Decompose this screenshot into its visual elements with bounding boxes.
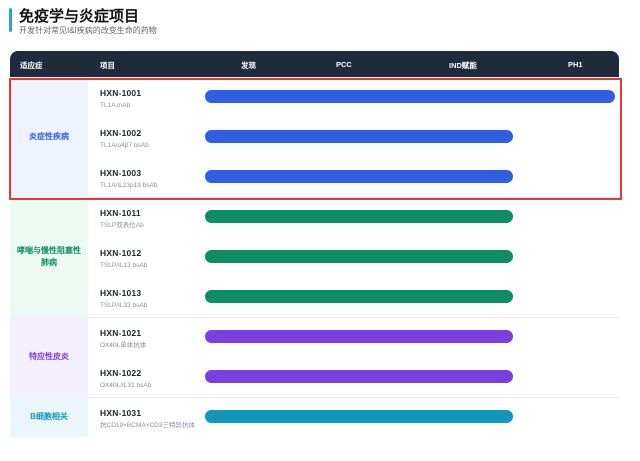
project-code: HXN-1022 — [100, 368, 142, 378]
progress-bar — [205, 170, 513, 183]
project-code: HXN-1031 — [100, 408, 142, 418]
page-subtitle: 开发针对常见I&I疾病的改变生命的药物 — [19, 26, 157, 35]
project-code: HXN-1001 — [100, 88, 142, 98]
project-target: 抗CD19×BCMA×CD3三特异抗体 — [100, 422, 195, 429]
pipeline-table: 适应症 项目 发现 PCC IND赋能 PH1 炎症性疾病 HXN-1001 TL1… — [10, 51, 619, 461]
page-title: 免疫学与炎症项目 — [19, 8, 140, 25]
project-cell: HXN-1011 TSLP双表位Ab — [100, 208, 205, 230]
project-code: HXN-1013 — [100, 288, 142, 298]
project-code: HXN-1003 — [100, 168, 142, 178]
title-accent-bar — [9, 8, 12, 32]
project-target: OX40L/IL31 bsAb — [100, 382, 152, 389]
indication-group-label: 特应性皮炎 — [10, 317, 88, 397]
column-header-indication: 适应症 — [20, 61, 43, 70]
project-target: TL1A/IL23p19 bsAb — [100, 182, 158, 189]
progress-bar — [205, 130, 513, 143]
progress-bar — [205, 370, 513, 383]
group-divider — [10, 397, 619, 398]
column-header-discovery: 发现 — [241, 61, 256, 70]
column-header-project: 项目 — [100, 61, 115, 70]
project-code: HXN-1011 — [100, 208, 141, 218]
group-divider — [10, 317, 619, 318]
group-divider — [10, 197, 619, 198]
progress-bar — [205, 250, 513, 263]
project-code: HXN-1002 — [100, 128, 142, 138]
indication-group-label: 哮喘与慢性阻塞性肺病 — [10, 197, 88, 317]
progress-bar — [205, 210, 513, 223]
project-target: TL1A mAb — [100, 102, 131, 109]
table-header: 适应症 项目 发现 PCC IND赋能 PH1 — [10, 51, 619, 77]
project-target: OX40L单体抗体 — [100, 342, 147, 349]
column-header-ind: IND赋能 — [449, 61, 477, 70]
project-code: HXN-1021 — [100, 328, 142, 338]
indication-group-label: B细胞相关 — [10, 397, 88, 437]
project-cell: HXN-1013 TSLP/IL33 bsAb — [100, 288, 205, 310]
project-cell: HXN-1022 OX40L/IL31 bsAb — [100, 368, 205, 390]
project-cell: HXN-1002 TL1A/α4β7 bsAb — [100, 128, 205, 150]
project-cell: HXN-1012 TSLP/IL13 bsAb — [100, 248, 205, 270]
progress-bar — [205, 330, 513, 343]
indication-group-label: 炎症性疾病 — [10, 77, 88, 197]
project-target: TSLP双表位Ab — [100, 222, 144, 229]
progress-bar — [205, 290, 513, 303]
column-header-ph1: PH1 — [568, 60, 583, 69]
project-cell: HXN-1031 抗CD19×BCMA×CD3三特异抗体 — [100, 408, 205, 430]
project-cell: HXN-1021 OX40L单体抗体 — [100, 328, 205, 350]
project-target: TL1A/α4β7 bsAb — [100, 142, 149, 149]
column-header-pcc: PCC — [336, 60, 352, 69]
project-cell: HXN-1001 TL1A mAb — [100, 88, 205, 110]
project-target: TSLP/IL33 bsAb — [100, 302, 148, 309]
progress-bar — [205, 90, 615, 103]
progress-bar — [205, 410, 513, 423]
project-code: HXN-1012 — [100, 248, 142, 258]
project-target: TSLP/IL13 bsAb — [100, 262, 148, 269]
project-cell: HXN-1003 TL1A/IL23p19 bsAb — [100, 168, 205, 190]
